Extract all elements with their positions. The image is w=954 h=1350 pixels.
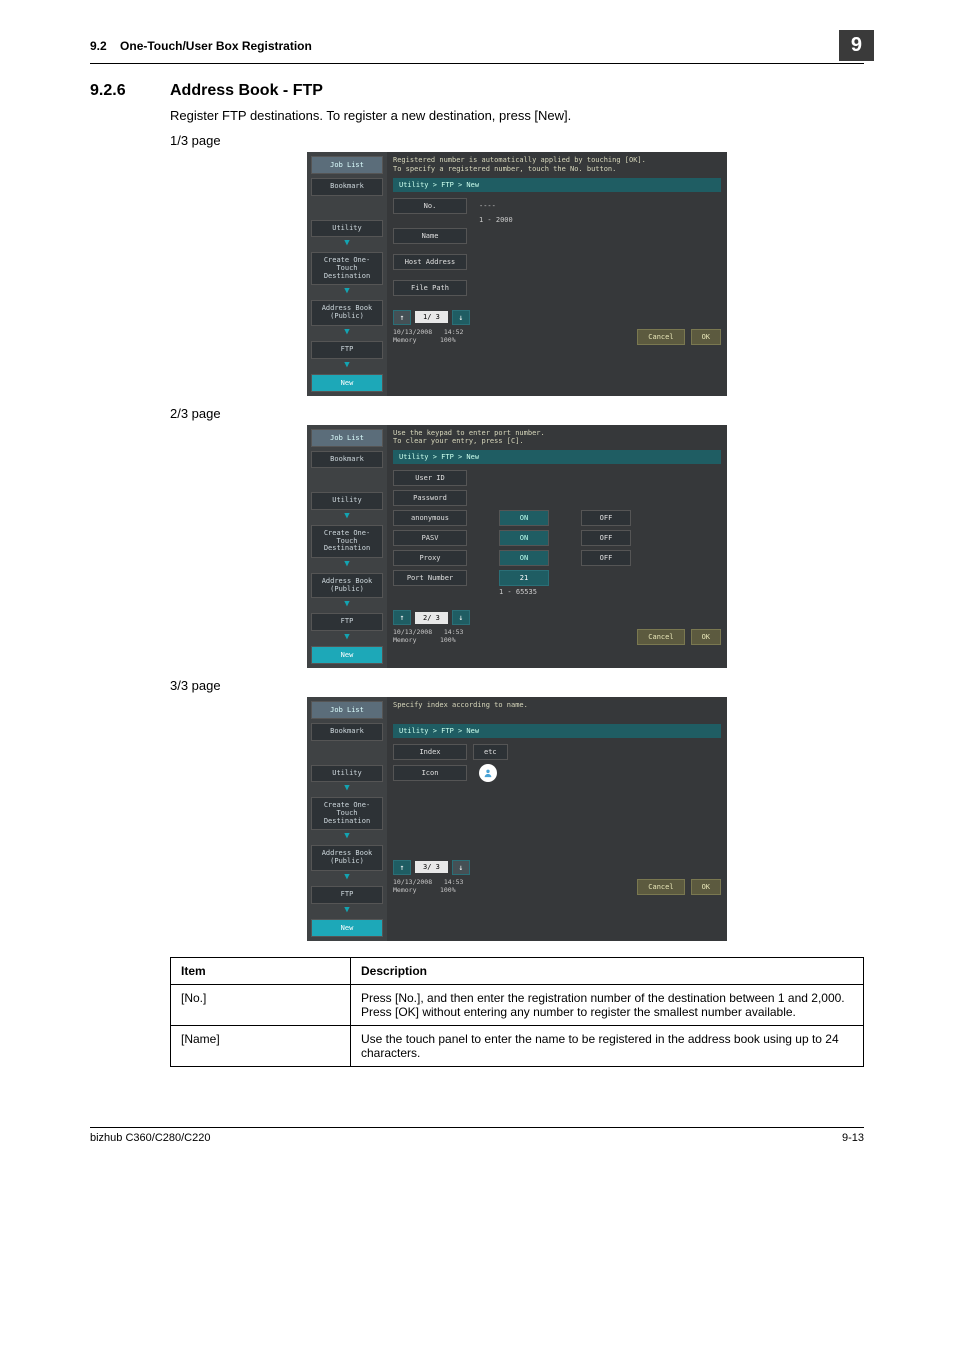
footer-model: bizhub C360/C280/C220 — [90, 1132, 210, 1144]
create-one-touch-button[interactable]: Create One-Touch Destination — [311, 797, 383, 830]
arrow-down-icon: ▼ — [311, 559, 383, 569]
no-button[interactable]: No. — [393, 198, 467, 214]
ok-button[interactable]: OK — [691, 329, 721, 345]
address-book-button[interactable]: Address Book (Public) — [311, 573, 383, 598]
password-button[interactable]: Password — [393, 490, 467, 506]
anonymous-label: anonymous — [393, 510, 467, 526]
hint-text: Specify index according to name. — [393, 701, 721, 710]
ftp-button[interactable]: FTP — [311, 613, 383, 631]
address-book-button[interactable]: Address Book (Public) — [311, 300, 383, 325]
no-range: 1 - 2000 — [479, 216, 513, 224]
breadcrumb: Utility > FTP > New — [393, 450, 721, 464]
hint-text: Use the keypad to enter port number. To … — [393, 429, 721, 447]
proxy-off-button[interactable]: OFF — [581, 550, 631, 566]
breadcrumb: Utility > FTP > New — [393, 178, 721, 192]
section-number: 9.2.6 — [90, 82, 170, 100]
arrow-down-icon: ▼ — [311, 831, 383, 841]
arrow-down-icon: ▼ — [311, 632, 383, 642]
arrow-down-icon: ▼ — [311, 327, 383, 337]
arrow-down-icon: ▼ — [311, 599, 383, 609]
bookmark-button[interactable]: Bookmark — [311, 723, 383, 741]
breadcrumb: Utility > FTP > New — [393, 724, 721, 738]
port-number-value[interactable]: 21 — [499, 570, 549, 586]
name-button[interactable]: Name — [393, 228, 467, 244]
pager-indicator: 3/ 3 — [415, 861, 448, 873]
pager-down-button[interactable]: ↓ — [452, 860, 470, 875]
new-button[interactable]: New — [311, 919, 383, 937]
page-label-2: 2/3 page — [170, 406, 864, 421]
pasv-off-button[interactable]: OFF — [581, 530, 631, 546]
status-footer: 10/13/2008 14:53 Memory 100% — [393, 879, 463, 895]
ftp-button[interactable]: FTP — [311, 341, 383, 359]
new-button[interactable]: New — [311, 374, 383, 392]
pager-down-button[interactable]: ↓ — [452, 610, 470, 625]
table-head-item: Item — [171, 957, 351, 984]
ok-button[interactable]: OK — [691, 629, 721, 645]
ftp-button[interactable]: FTP — [311, 886, 383, 904]
pager-indicator: 1/ 3 — [415, 311, 448, 323]
section-title: Address Book - FTP — [170, 82, 323, 100]
pager-up-button[interactable]: ↑ — [393, 610, 411, 625]
icon-button[interactable]: Icon — [393, 765, 467, 781]
port-range: 1 - 65535 — [499, 588, 537, 596]
intro-text: Register FTP destinations. To register a… — [170, 108, 864, 123]
header-section: 9.2 One-Touch/User Box Registration — [90, 39, 312, 53]
footer-page: 9-13 — [842, 1132, 864, 1144]
description-table: Item Description [No.] Press [No.], and … — [170, 957, 864, 1067]
user-id-button[interactable]: User ID — [393, 470, 467, 486]
arrow-down-icon: ▼ — [311, 905, 383, 915]
anonymous-on-button[interactable]: ON — [499, 510, 549, 526]
address-book-button[interactable]: Address Book (Public) — [311, 845, 383, 870]
cancel-button[interactable]: Cancel — [637, 329, 684, 345]
proxy-on-button[interactable]: ON — [499, 550, 549, 566]
pager-up-button[interactable]: ↑ — [393, 310, 411, 325]
create-one-touch-button[interactable]: Create One-Touch Destination — [311, 525, 383, 558]
no-value: ---- — [479, 202, 496, 210]
status-footer: 10/13/2008 14:52 Memory 100% — [393, 329, 463, 345]
port-number-label: Port Number — [393, 570, 467, 586]
pager-indicator: 2/ 3 — [415, 612, 448, 624]
proxy-label: Proxy — [393, 550, 467, 566]
person-icon — [479, 764, 497, 782]
pager-down-button[interactable]: ↓ — [452, 310, 470, 325]
table-row: [No.] Press [No.], and then enter the re… — [171, 984, 864, 1025]
chapter-badge: 9 — [839, 30, 874, 61]
status-footer: 10/13/2008 14:53 Memory 100% — [393, 629, 463, 645]
etc-button[interactable]: etc — [473, 744, 508, 760]
create-one-touch-button[interactable]: Create One-Touch Destination — [311, 252, 383, 285]
arrow-down-icon: ▼ — [311, 360, 383, 370]
host-address-button[interactable]: Host Address — [393, 254, 467, 270]
table-head-desc: Description — [351, 957, 864, 984]
mfp-screen-1: Job List Bookmark Utility ▼ Create One-T… — [307, 152, 727, 396]
page-label-1: 1/3 page — [170, 133, 864, 148]
bookmark-button[interactable]: Bookmark — [311, 178, 383, 196]
job-list-button[interactable]: Job List — [311, 701, 383, 719]
cancel-button[interactable]: Cancel — [637, 629, 684, 645]
arrow-down-icon: ▼ — [311, 238, 383, 248]
job-list-button[interactable]: Job List — [311, 429, 383, 447]
new-button[interactable]: New — [311, 646, 383, 664]
pasv-label: PASV — [393, 530, 467, 546]
arrow-down-icon: ▼ — [311, 783, 383, 793]
ok-button[interactable]: OK — [691, 879, 721, 895]
arrow-down-icon: ▼ — [311, 511, 383, 521]
mfp-screen-2: Job List Bookmark Utility ▼ Create One-T… — [307, 425, 727, 669]
file-path-button[interactable]: File Path — [393, 280, 467, 296]
mfp-screen-3: Job List Bookmark Utility ▼ Create One-T… — [307, 697, 727, 941]
utility-button[interactable]: Utility — [311, 220, 383, 238]
anonymous-off-button[interactable]: OFF — [581, 510, 631, 526]
hint-text: Registered number is automatically appli… — [393, 156, 721, 174]
table-row: [Name] Use the touch panel to enter the … — [171, 1025, 864, 1066]
utility-button[interactable]: Utility — [311, 765, 383, 783]
arrow-down-icon: ▼ — [311, 286, 383, 296]
arrow-down-icon: ▼ — [311, 872, 383, 882]
pager-up-button[interactable]: ↑ — [393, 860, 411, 875]
index-button[interactable]: Index — [393, 744, 467, 760]
cancel-button[interactable]: Cancel — [637, 879, 684, 895]
page-label-3: 3/3 page — [170, 678, 864, 693]
utility-button[interactable]: Utility — [311, 492, 383, 510]
pasv-on-button[interactable]: ON — [499, 530, 549, 546]
job-list-button[interactable]: Job List — [311, 156, 383, 174]
bookmark-button[interactable]: Bookmark — [311, 451, 383, 469]
